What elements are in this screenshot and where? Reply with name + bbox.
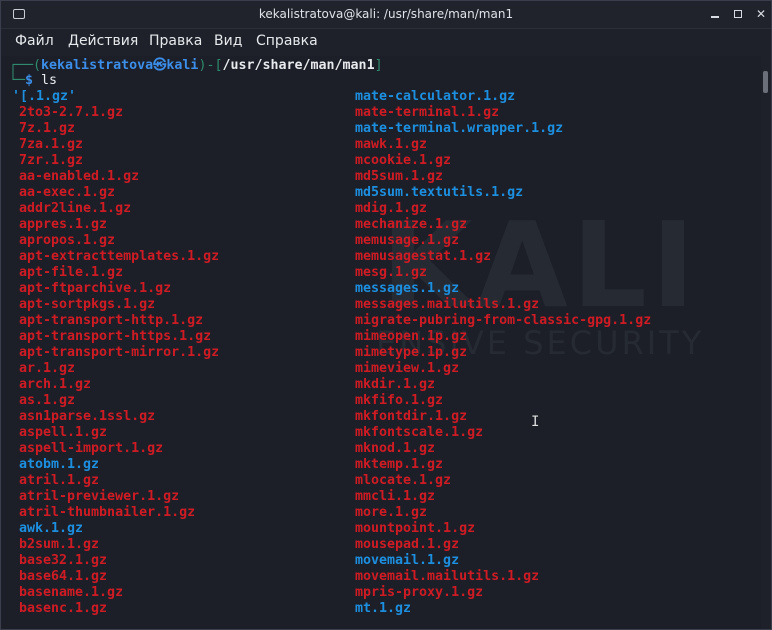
file-entry: migrate-pubring-from-classic-gpg.1.gz [355,313,652,328]
file-entry: mountpoint.1.gz [355,521,476,536]
prompt-frame-mid: )-[ [198,58,223,73]
file-entry: asn1parse.1ssl.gz [19,409,156,424]
file-entry: mechanize.1.gz [355,217,468,232]
listing-column-1: '[.1.gz' 2to3-2.7.1.gz 7z.1.gz 7za.1.gz 7zr.… [12,89,220,617]
file-entry: messages.1.gz [355,281,460,296]
file-entry: mdig.1.gz [355,201,428,216]
file-entry: atobm.1.gz [19,457,100,472]
minimize-button[interactable] [707,6,723,22]
file-entry: aa-exec.1.gz [19,185,116,200]
file-entry: addr2line.1.gz [19,201,132,216]
file-entry: 2to3-2.7.1.gz [19,105,124,120]
file-entry: mpris-proxy.1.gz [355,585,484,600]
file-entry: more.1.gz [355,505,428,520]
file-entry: mimetype.1p.gz [355,345,468,360]
file-entry: aa-enabled.1.gz [19,169,140,184]
file-entry: mawk.1.gz [355,137,428,152]
file-entry: awk.1.gz [19,521,84,536]
file-entry: mt.1.gz [355,601,412,616]
file-entry: mcookie.1.gz [355,153,452,168]
file-entry: mimeview.1.gz [355,361,460,376]
file-entry: aspell-import.1.gz [19,441,164,456]
menu-edit[interactable]: Правка [149,33,202,49]
file-entry: mesg.1.gz [355,265,428,280]
prompt-path: /usr/share/man/man1 [222,58,375,73]
file-entry: mate-calculator.1.gz [355,89,516,104]
ibeam-cursor-icon: I [531,414,540,430]
terminal-area[interactable]: KALI ENSIVE SECURITY ┌──(kekalistratova㉿… [1,56,761,629]
file-entry: basename.1.gz [19,585,124,600]
file-entry: apt-file.1.gz [19,265,124,280]
file-entry: mknod.1.gz [355,441,436,456]
file-entry: mlocate.1.gz [355,473,452,488]
prompt-frame-line2: └─ [9,73,26,88]
file-entry: apropos.1.gz [19,233,116,248]
file-entry: as.1.gz [19,393,76,408]
terminal-window: kekalistratova@kali: /usr/share/man/man1… [0,0,772,630]
file-entry: base64.1.gz [19,569,108,584]
prompt-frame-close: ] [374,58,383,73]
file-entry: mkfifo.1.gz [355,393,444,408]
minimize-icon [711,16,719,18]
file-entry: mkfontdir.1.gz [355,409,468,424]
file-entry: 7z.1.gz [19,121,76,136]
file-entry: mkdir.1.gz [355,377,436,392]
file-entry: arch.1.gz [19,377,92,392]
file-entry: base32.1.gz [19,553,108,568]
file-entry: '[.1.gz' [12,89,77,104]
prompt-line-2: └─$ ls [9,73,57,89]
file-entry: apt-extracttemplates.1.gz [19,249,220,264]
file-entry: basenc.1.gz [19,601,108,616]
menu-file[interactable]: Файл [15,33,54,49]
file-entry: mimeopen.1p.gz [355,329,468,344]
title-bar[interactable]: kekalistratova@kali: /usr/share/man/man1… [1,1,771,29]
file-entry: appres.1.gz [19,217,108,232]
prompt-user: kekalistratova [41,58,154,73]
file-entry: memusagestat.1.gz [355,249,492,264]
prompt-dollar: $ [25,73,34,88]
file-entry: mktemp.1.gz [355,457,444,472]
maximize-icon [734,10,742,18]
file-entry: apt-transport-https.1.gz [19,329,212,344]
file-entry: atril.1.gz [19,473,100,488]
file-entry: apt-ftparchive.1.gz [19,281,172,296]
file-entry: mmcli.1.gz [355,489,436,504]
scrollbar-thumb[interactable] [763,71,768,93]
file-entry: 7za.1.gz [19,137,84,152]
command-text: ls [33,73,58,88]
file-entry: memusage.1.gz [355,233,460,248]
listing-column-2: mate-calculator.1.gz mate-terminal.1.gz ma… [355,89,651,617]
file-entry: movemail.mailutils.1.gz [355,569,540,584]
file-entry: mate-terminal.1.gz [355,105,500,120]
maximize-button[interactable] [730,6,746,22]
file-entry: atril-previewer.1.gz [19,489,180,504]
file-entry: atril-thumbnailer.1.gz [19,505,196,520]
file-entry: ar.1.gz [19,361,76,376]
menu-actions[interactable]: Действия [68,33,138,49]
file-entry: mousepad.1.gz [355,537,460,552]
file-entry: aspell.1.gz [19,425,108,440]
file-entry: mate-terminal.wrapper.1.gz [355,121,564,136]
file-entry: b2sum.1.gz [19,537,100,552]
menu-bar: Файл Действия Правка Вид Справка [1,29,771,55]
menu-help[interactable]: Справка [256,33,318,49]
menu-view[interactable]: Вид [214,33,242,49]
prompt-host: kali [166,58,199,73]
prompt-frame-open: ┌──( [9,58,42,73]
prompt-at-symbol: ㉿ [153,58,167,73]
file-entry: apt-transport-http.1.gz [19,313,204,328]
file-entry: md5sum.1.gz [355,169,444,184]
file-entry: md5sum.textutils.1.gz [355,185,524,200]
file-entry: apt-transport-mirror.1.gz [19,345,220,360]
file-entry: mkfontscale.1.gz [355,425,484,440]
file-entry: apt-sortpkgs.1.gz [19,297,156,312]
file-entry: messages.mailutils.1.gz [355,297,540,312]
prompt-line-1: ┌──(kekalistratova㉿kali)-[/usr/share/man… [9,58,383,74]
window-title: kekalistratova@kali: /usr/share/man/man1 [258,7,514,21]
close-button[interactable]: ✕ [753,6,769,22]
close-icon: ✕ [755,7,767,21]
file-entry: 7zr.1.gz [19,153,84,168]
file-entry: movemail.1.gz [355,553,460,568]
